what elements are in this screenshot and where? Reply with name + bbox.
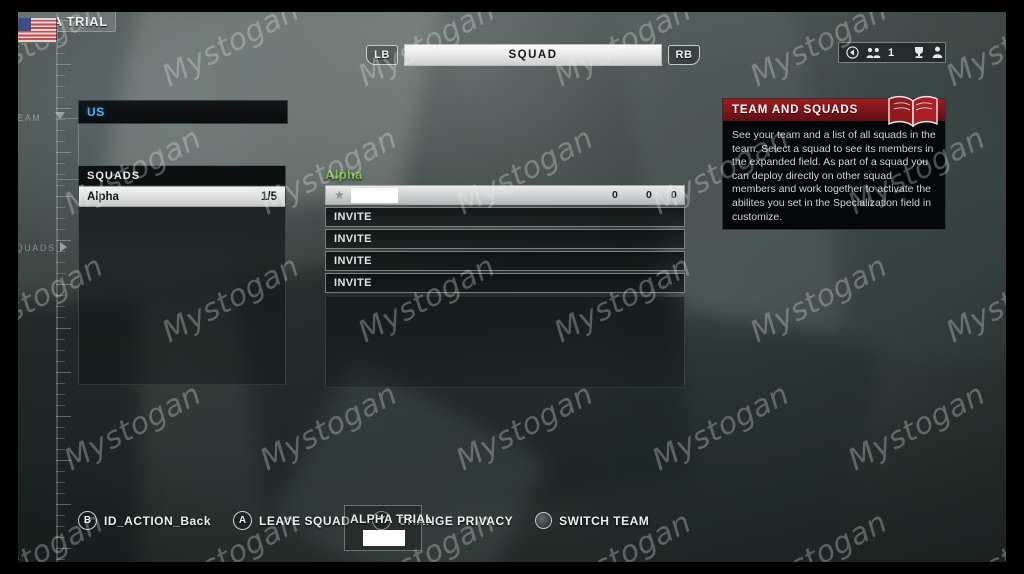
ruler-tick (56, 108, 71, 109)
ruler-tick (56, 339, 65, 340)
team-nav-bracket (58, 118, 79, 180)
ruler-tick (56, 405, 65, 406)
overlay-gamertag-text: ALPHA TRIAL (350, 512, 433, 526)
ruler-tick (56, 97, 65, 98)
squad-member-row[interactable]: ★ 0 0 0 (325, 185, 685, 205)
info-card: TEAM AND SQUADS See your team and a list… (722, 95, 946, 230)
ruler-tick (56, 471, 65, 472)
ruler-tick (56, 328, 71, 329)
team-panel[interactable]: US (78, 100, 288, 124)
ruler-tick (56, 361, 65, 362)
letterbox-left (0, 0, 18, 574)
us-flag-icon (13, 17, 57, 43)
ruler-tick (56, 262, 65, 263)
ruler-tick (56, 207, 65, 208)
trophy-icon (913, 46, 925, 59)
letterbox-bottom (0, 562, 1024, 574)
member-name-censored (350, 187, 398, 203)
nav-marker-squads-icon (60, 242, 67, 252)
invite-slot-3[interactable]: INVITE (325, 251, 685, 271)
team-name: US (87, 105, 105, 119)
ruler-tick (56, 504, 71, 505)
star-icon: ★ (334, 188, 345, 202)
info-card-body: See your team and a list of all squads i… (732, 129, 936, 223)
left-bumper-icon[interactable]: LB (366, 45, 398, 65)
ruler-tick (56, 86, 65, 87)
right-bumper-icon[interactable]: RB (668, 45, 700, 65)
ruler-tick (56, 372, 71, 373)
ruler-tick (56, 75, 65, 76)
action-leave-squad-label: LEAVE SQUAD (259, 513, 351, 528)
invite-slot-4[interactable]: INVITE (325, 273, 685, 293)
ruler-tick (56, 42, 65, 43)
player-count: 1 (888, 46, 895, 59)
ruler-tick (56, 196, 71, 197)
person-icon (932, 46, 943, 59)
ruler-tick (56, 185, 65, 186)
ruler-tick (56, 383, 65, 384)
squad-name: Alpha (87, 190, 119, 203)
overlay-censor-bar (363, 530, 405, 546)
ruler-tick (56, 218, 65, 219)
ruler-tick (56, 482, 65, 483)
b-button-icon: B (78, 511, 97, 530)
ruler-tick (56, 229, 65, 230)
ruler-tick (56, 460, 71, 461)
overlay-gamertag-box: ALPHA TRIAL (344, 505, 433, 551)
ruler-tick (56, 493, 65, 494)
member-stat-2: 0 (671, 189, 677, 201)
stick-icon (535, 512, 553, 529)
invite-slot-2[interactable]: INVITE (325, 229, 685, 249)
ruler-tick (56, 306, 65, 307)
action-switch-team[interactable]: SWITCH TEAM (535, 512, 649, 529)
ruler-tick (56, 284, 71, 285)
ruler-tick (56, 416, 71, 417)
ruler-tick (56, 537, 65, 538)
ruler-tick (56, 559, 65, 560)
ruler-tick (56, 427, 65, 428)
action-leave-squad[interactable]: A LEAVE SQUAD (233, 511, 350, 530)
tab-bar: LB SQUAD RB (366, 44, 700, 66)
letterbox-right (1006, 0, 1024, 574)
ruler-tick (56, 548, 71, 549)
ruler-tick (56, 350, 65, 351)
ruler-tick (56, 515, 65, 516)
left-arrow-circle-icon[interactable] (846, 46, 859, 59)
squad-list-row[interactable]: Alpha 1/5 (79, 186, 285, 207)
ruler-tick (56, 449, 65, 450)
two-people-icon (866, 47, 881, 59)
squads-panel-header: SQUADS (79, 166, 285, 186)
action-back[interactable]: B ID_ACTION_Back (78, 511, 211, 530)
book-icon (885, 91, 941, 131)
ruler-tick (56, 53, 65, 54)
ruler-tick (56, 526, 65, 527)
member-stat-0: 0 (612, 189, 618, 201)
invite-slot-1[interactable]: INVITE (325, 207, 685, 227)
ruler-tick (56, 317, 65, 318)
action-switch-team-label: SWITCH TEAM (559, 513, 650, 528)
status-chip: 1 (838, 42, 946, 63)
member-stat-1: 0 (646, 189, 652, 201)
game-screen: TEAM SQUADS ALPHA TRIAL LB SQUAD RB 1 US… (0, 0, 1024, 574)
ruler-tick (56, 240, 71, 241)
squad-detail-title: Alpha (325, 167, 363, 182)
ruler-tick (56, 273, 65, 274)
action-back-label: ID_ACTION_Back (104, 513, 212, 528)
ruler-tick (56, 438, 65, 439)
squad-member-list: ★ 0 0 0 INVITE INVITE INVITE INVITE (325, 185, 685, 385)
ruler-tick (56, 394, 65, 395)
tab-squad[interactable]: SQUAD (404, 44, 662, 66)
letterbox-top (0, 0, 1024, 12)
squad-member-count: 1/5 (261, 190, 277, 203)
ruler-tick (56, 64, 71, 65)
a-button-icon: A (233, 511, 253, 530)
ruler-tick (56, 295, 65, 296)
nav-marker-team-icon (55, 112, 65, 119)
squads-panel: SQUADS Alpha 1/5 (78, 165, 286, 385)
